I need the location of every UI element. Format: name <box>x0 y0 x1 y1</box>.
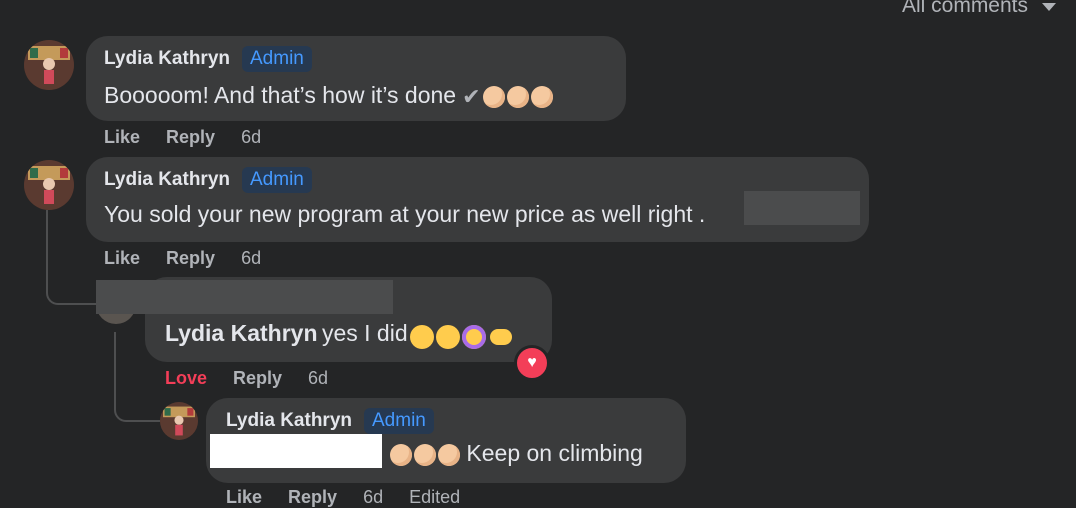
face-with-steam-icon <box>435 324 460 349</box>
avatar[interactable] <box>24 160 74 210</box>
heart-reaction-icon[interactable]: ♥ <box>514 345 550 381</box>
like-button[interactable]: Like <box>104 248 140 269</box>
reply-bubble: Lydia Kathryn Admin Keep on climbing <box>206 398 686 483</box>
reply-text-row: Keep on climbing <box>388 440 643 467</box>
comment-timestamp[interactable]: 6d <box>241 127 261 148</box>
redacted-mention <box>210 434 382 468</box>
open-hands-icon <box>489 328 512 345</box>
comment-filter-dropdown[interactable]: All comments <box>902 0 1056 18</box>
reply-timestamp[interactable]: 6d <box>363 487 383 508</box>
reply-timestamp[interactable]: 6d <box>308 368 328 389</box>
comment-actions: Like Reply 6d <box>104 127 261 148</box>
star-struck-icon <box>461 324 486 349</box>
redacted-author <box>96 280 393 314</box>
comment-author[interactable]: Lydia Kathryn <box>104 169 230 190</box>
reply-actions: Like Reply 6d Edited <box>226 487 460 508</box>
clapping-hands-icon <box>530 85 553 108</box>
reply-button[interactable]: Reply <box>166 127 215 148</box>
comment-filter-label: All comments <box>901 0 1028 17</box>
admin-badge: Admin <box>364 408 434 434</box>
reply-button[interactable]: Reply <box>288 487 337 508</box>
caret-down-icon <box>1042 3 1056 11</box>
avatar[interactable] <box>24 40 74 90</box>
comment-text: You sold your new program at your new pr… <box>104 201 706 227</box>
check-mark-icon: ✔ <box>462 83 481 109</box>
reply-actions: Love Reply 6d <box>165 368 328 389</box>
like-button[interactable]: Like <box>104 127 140 148</box>
comment-author[interactable]: Lydia Kathryn <box>226 410 352 431</box>
reply-text: Keep on climbing <box>466 440 643 466</box>
comment-text: Booooom! And that’s how it’s done ✔ <box>104 82 553 110</box>
thread-connector <box>46 210 98 305</box>
comment-actions: Like Reply 6d <box>104 248 261 269</box>
raising-hands-icon <box>414 443 436 466</box>
comment-text-content: Booooom! And that’s how it’s done <box>104 82 457 108</box>
admin-badge: Admin <box>242 46 312 72</box>
mention-tag[interactable]: Lydia Kathryn <box>165 320 318 346</box>
edited-label: Edited <box>409 487 461 507</box>
comment-bubble: Lydia Kathryn Admin You sold your new pro… <box>86 157 869 242</box>
thread-connector <box>114 332 160 422</box>
raising-hands-icon <box>390 443 412 466</box>
comment-bubble: Lydia Kathryn Admin Booooom! And that’s h… <box>86 36 626 121</box>
screaming-face-icon <box>409 324 434 349</box>
clapping-hands-icon <box>482 85 505 108</box>
admin-badge: Admin <box>242 167 312 193</box>
redacted-block <box>744 191 860 225</box>
reply-button[interactable]: Reply <box>166 248 215 269</box>
love-button[interactable]: Love <box>165 368 207 389</box>
raising-hands-icon <box>438 443 460 466</box>
reply-button[interactable]: Reply <box>233 368 282 389</box>
reply-text: yes I did <box>321 320 408 346</box>
comment-author[interactable]: Lydia Kathryn <box>104 48 230 69</box>
comment-timestamp[interactable]: 6d <box>241 248 261 269</box>
clapping-hands-icon <box>506 85 529 108</box>
like-button[interactable]: Like <box>226 487 262 508</box>
avatar[interactable] <box>160 402 198 440</box>
